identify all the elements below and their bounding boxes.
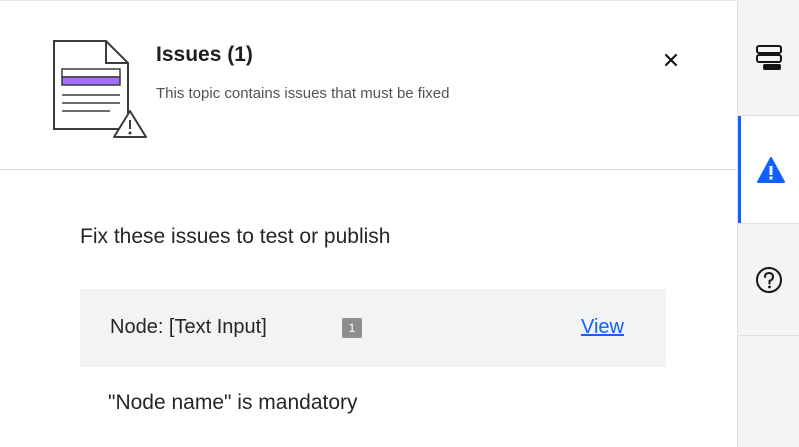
issue-card: Node: [Text Input] 1 View (80, 289, 666, 367)
rail-item-help[interactable] (738, 224, 799, 335)
panel-subtitle: This topic contains issues that must be … (156, 85, 450, 102)
warning-icon (756, 156, 785, 183)
layers-icon (756, 44, 782, 70)
side-rail (737, 0, 799, 447)
issues-panel: Issues (1) This topic contains issues th… (0, 0, 737, 447)
issue-count-badge: 1 (342, 318, 362, 338)
help-icon (756, 266, 782, 293)
issues-header: Issues (1) This topic contains issues th… (0, 1, 737, 170)
close-icon (664, 53, 678, 67)
issue-message: "Node name" is mandatory (108, 391, 358, 414)
instruction-text: Fix these issues to test or publish (80, 225, 391, 248)
rail-divider (738, 335, 799, 336)
rail-item-layers[interactable] (738, 0, 799, 115)
close-button[interactable] (656, 45, 686, 75)
node-label: Node: [Text Input] (110, 316, 267, 338)
document-warning-icon (53, 40, 147, 138)
rail-item-warnings[interactable] (738, 116, 799, 223)
view-link[interactable]: View (581, 316, 624, 339)
panel-title: Issues (1) (156, 43, 253, 66)
